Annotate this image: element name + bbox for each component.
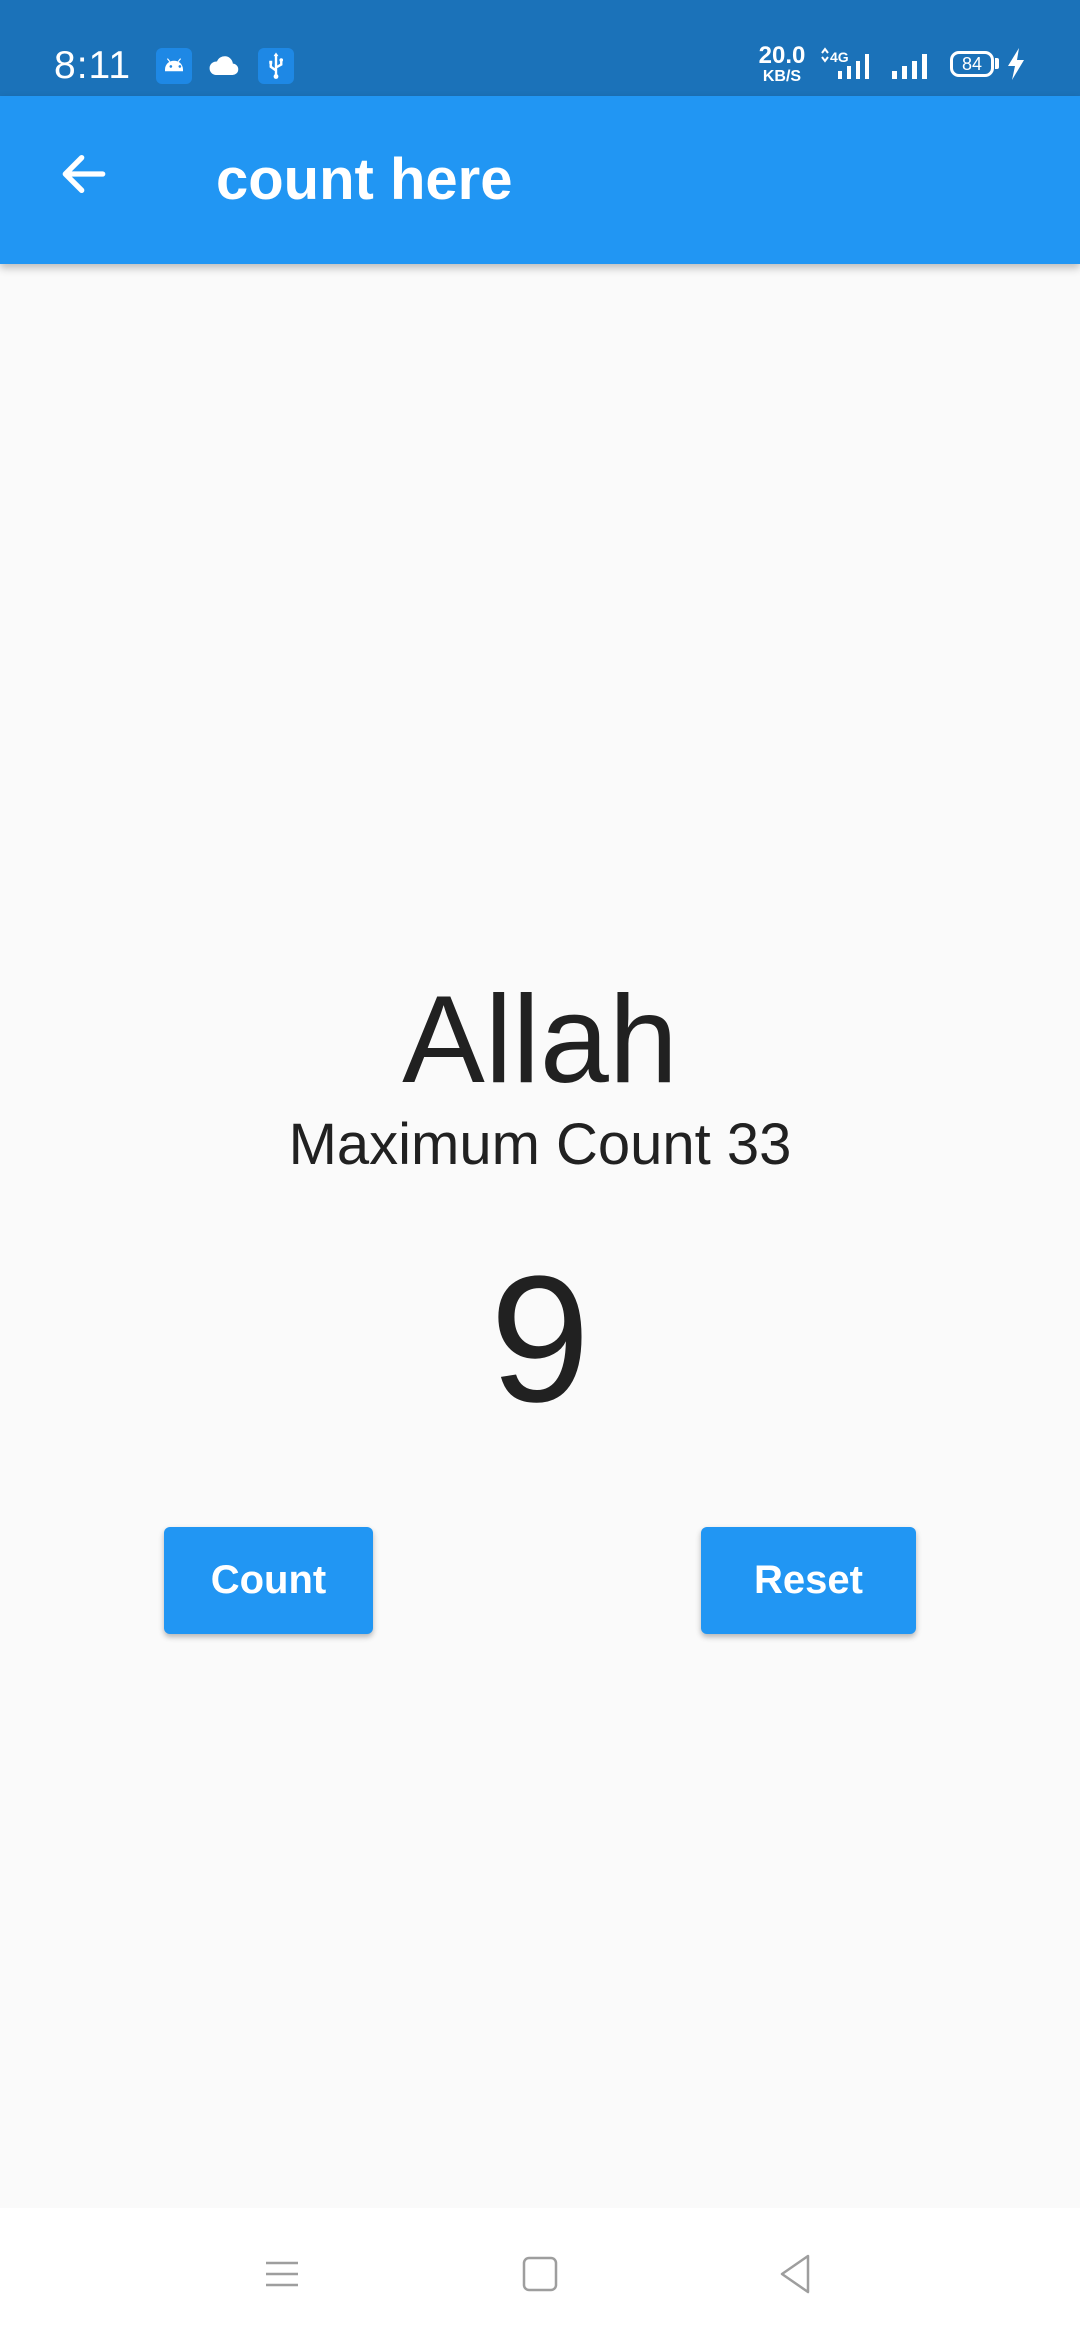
network-speed-unit: KB/S	[762, 68, 802, 85]
page-title: count here	[216, 147, 513, 212]
network-type-label: 4G	[830, 49, 849, 65]
recent-apps-button[interactable]	[246, 2238, 318, 2310]
back-button[interactable]	[42, 132, 126, 216]
app-bar: count here	[0, 96, 1080, 264]
battery-tip	[995, 58, 999, 69]
android-icon	[156, 48, 192, 84]
dhikr-word: Allah	[402, 971, 678, 1109]
maximum-count-label: Maximum Count 33	[288, 1112, 792, 1177]
network-speed: 20.0 KB/S	[752, 44, 812, 85]
usb-icon	[258, 48, 294, 84]
arrow-left-icon	[62, 154, 106, 194]
signal-icon	[892, 54, 927, 79]
home-icon	[522, 2256, 558, 2292]
network-speed-value: 20.0	[758, 42, 806, 69]
charging-icon	[1008, 48, 1024, 80]
screen: 8:11 20.0 KB/S 4G 84 count here Allah Ma…	[0, 0, 1080, 2340]
count-button[interactable]: Count	[164, 1527, 373, 1634]
status-bar: 8:11 20.0 KB/S 4G 84	[0, 0, 1080, 96]
home-button[interactable]	[504, 2238, 576, 2310]
system-nav-bar	[0, 2208, 1080, 2340]
status-time: 8:11	[54, 44, 132, 87]
back-icon	[780, 2254, 810, 2294]
reset-button[interactable]: Reset	[701, 1527, 916, 1634]
menu-icon	[266, 2261, 298, 2287]
signal-4g-icon: 4G	[821, 47, 869, 79]
battery-icon: 84	[950, 51, 994, 77]
cloud-icon	[206, 48, 242, 84]
counter-value: 9	[489, 1239, 591, 1440]
system-back-button[interactable]	[760, 2238, 832, 2310]
